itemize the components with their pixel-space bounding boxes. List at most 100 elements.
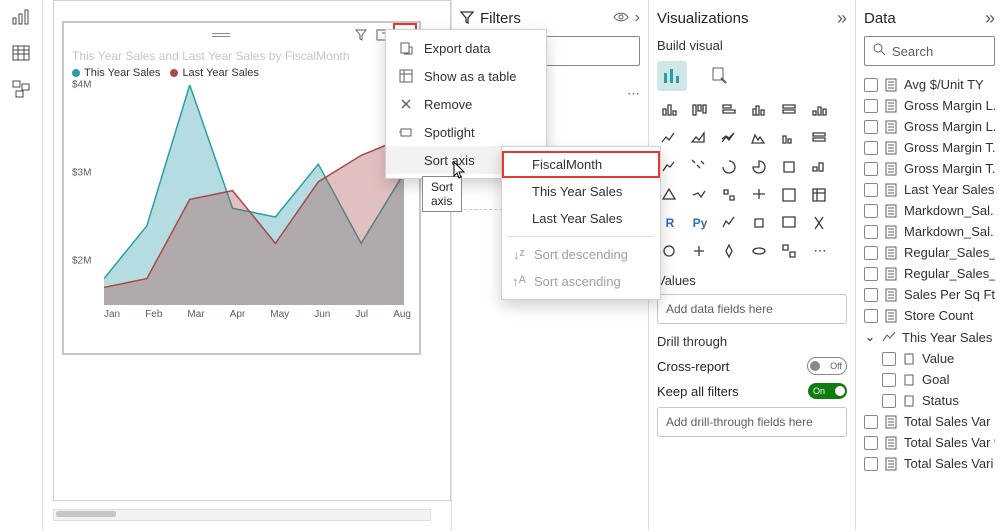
viz-type-32[interactable] (717, 239, 743, 263)
viz-type-17[interactable] (807, 155, 833, 179)
viz-type-33[interactable] (747, 239, 773, 263)
checkbox-icon[interactable] (864, 225, 878, 239)
viz-type-3[interactable] (747, 99, 773, 123)
values-label: Values (657, 273, 847, 288)
checkbox-icon[interactable] (864, 183, 878, 197)
field-regular_sales_-[interactable]: Regular_Sales_... (864, 242, 995, 263)
menu-spotlight[interactable]: Spotlight (386, 118, 546, 146)
chevron-right-icon[interactable]: » (985, 8, 995, 29)
viz-type-16[interactable] (777, 155, 803, 179)
field-gross-margin-l-[interactable]: Gross Margin L... (864, 116, 995, 137)
checkbox-icon[interactable] (864, 309, 878, 323)
viz-type-26[interactable] (717, 211, 743, 235)
chevron-right-icon[interactable]: » (837, 8, 847, 29)
canvas-scrollbar[interactable] (53, 509, 431, 521)
viz-type-11[interactable] (807, 127, 833, 151)
chart-visual[interactable]: This Year Sales and Last Year Sales by F… (62, 21, 421, 355)
checkbox-icon[interactable] (864, 246, 878, 260)
viz-type-9[interactable] (747, 127, 773, 151)
field-status[interactable]: Status (864, 390, 995, 411)
menu-export-data[interactable]: Export data (386, 34, 546, 62)
field-store-count[interactable]: Store Count (864, 305, 995, 326)
report-view-icon[interactable] (9, 6, 33, 28)
viz-type-7[interactable] (687, 127, 713, 151)
field-last-year-sales[interactable]: Last Year Sales (864, 179, 995, 200)
viz-type-5[interactable] (807, 99, 833, 123)
field-gross-margin-l-[interactable]: Gross Margin L... (864, 95, 995, 116)
checkbox-icon[interactable] (882, 373, 896, 387)
report-canvas[interactable]: This Year Sales and Last Year Sales by F… (53, 0, 451, 501)
field-sales-per-sq-ft[interactable]: Sales Per Sq Ft (864, 284, 995, 305)
filter-icon[interactable] (353, 27, 369, 43)
viz-type-10[interactable] (777, 127, 803, 151)
format-visual-tab[interactable] (705, 61, 735, 91)
field-total-sales-var[interactable]: Total Sales Var (864, 411, 995, 432)
checkbox-icon[interactable] (864, 415, 878, 429)
checkbox-icon[interactable] (864, 204, 878, 218)
sort-ascending[interactable]: ↑ASort ascending (502, 268, 660, 295)
viz-type-23[interactable] (807, 183, 833, 207)
checkbox-icon[interactable] (882, 394, 896, 408)
viz-type-22[interactable] (777, 183, 803, 207)
menu-remove[interactable]: Remove (386, 90, 546, 118)
field-goal[interactable]: Goal (864, 369, 995, 390)
checkbox-icon[interactable] (864, 141, 878, 155)
sort-descending[interactable]: ↓zSort descending (502, 241, 660, 268)
viz-type-25[interactable]: Py (687, 211, 713, 235)
viz-type-34[interactable] (777, 239, 803, 263)
viz-type-27[interactable] (747, 211, 773, 235)
field-gross-margin-t-[interactable]: Gross Margin T... (864, 158, 995, 179)
checkbox-icon[interactable] (864, 120, 878, 134)
drag-handle-icon[interactable] (212, 33, 230, 37)
checkbox-icon[interactable] (864, 99, 878, 113)
drillthrough-field-well[interactable]: Add drill-through fields here (657, 407, 847, 437)
checkbox-icon[interactable] (882, 352, 896, 366)
field-gross-margin-t-[interactable]: Gross Margin T... (864, 137, 995, 158)
viz-type-14[interactable] (717, 155, 743, 179)
checkbox-icon[interactable] (864, 267, 878, 281)
viz-type-28[interactable] (777, 211, 803, 235)
eye-icon[interactable] (613, 10, 629, 26)
viz-type-19[interactable] (687, 183, 713, 207)
viz-type-20[interactable] (717, 183, 743, 207)
viz-type-29[interactable] (807, 211, 833, 235)
values-field-well[interactable]: Add data fields here (657, 294, 847, 324)
field-regular_sales_-[interactable]: Regular_Sales_... (864, 263, 995, 284)
viz-type-8[interactable] (717, 127, 743, 151)
field-value[interactable]: Value (864, 348, 995, 369)
viz-type-31[interactable] (687, 239, 713, 263)
checkbox-icon[interactable] (864, 436, 878, 450)
model-view-icon[interactable] (9, 78, 33, 100)
sort-by-this-year-sales[interactable]: This Year Sales (502, 178, 660, 205)
viz-type-2[interactable] (717, 99, 743, 123)
checkbox-icon[interactable] (864, 78, 878, 92)
checkbox-icon[interactable] (864, 457, 878, 471)
data-view-icon[interactable] (9, 42, 33, 64)
viz-type-35[interactable]: ⋯ (807, 239, 833, 263)
sort-by-fiscalmonth[interactable]: FiscalMonth (502, 151, 660, 178)
viz-type-15[interactable] (747, 155, 773, 179)
viz-type-21[interactable] (747, 183, 773, 207)
chevron-right-icon[interactable]: › (635, 9, 640, 27)
checkbox-icon[interactable] (864, 162, 878, 176)
cross-report-toggle[interactable]: Off (807, 357, 847, 375)
sort-by-last-year-sales[interactable]: Last Year Sales (502, 205, 660, 232)
data-search-input[interactable]: Search (864, 36, 995, 66)
viz-type-13[interactable] (687, 155, 713, 179)
close-icon (398, 96, 414, 112)
hierarchy-this-year-sales[interactable]: ⌄This Year Sales (864, 326, 995, 348)
build-visual-tab[interactable] (657, 61, 687, 91)
viz-type-4[interactable] (777, 99, 803, 123)
menu-show-as-table[interactable]: Show as a table (386, 62, 546, 90)
checkbox-icon[interactable] (864, 288, 878, 302)
field-markdown_sal-[interactable]: Markdown_Sal... (864, 221, 995, 242)
field-avg-unit-ty[interactable]: Avg $/Unit TY (864, 74, 995, 95)
field-markdown_sal-[interactable]: Markdown_Sal... (864, 200, 995, 221)
more-icon[interactable]: ⋯ (627, 86, 640, 102)
viz-type-1[interactable] (687, 99, 713, 123)
field-total-sales-vari[interactable]: Total Sales Vari (864, 453, 995, 474)
viz-type-0[interactable] (657, 99, 683, 123)
keep-filters-toggle[interactable]: On (808, 383, 847, 399)
chevron-down-icon[interactable]: ⌄ (864, 329, 876, 345)
field-total-sales-var-[interactable]: Total Sales Var % (864, 432, 995, 453)
